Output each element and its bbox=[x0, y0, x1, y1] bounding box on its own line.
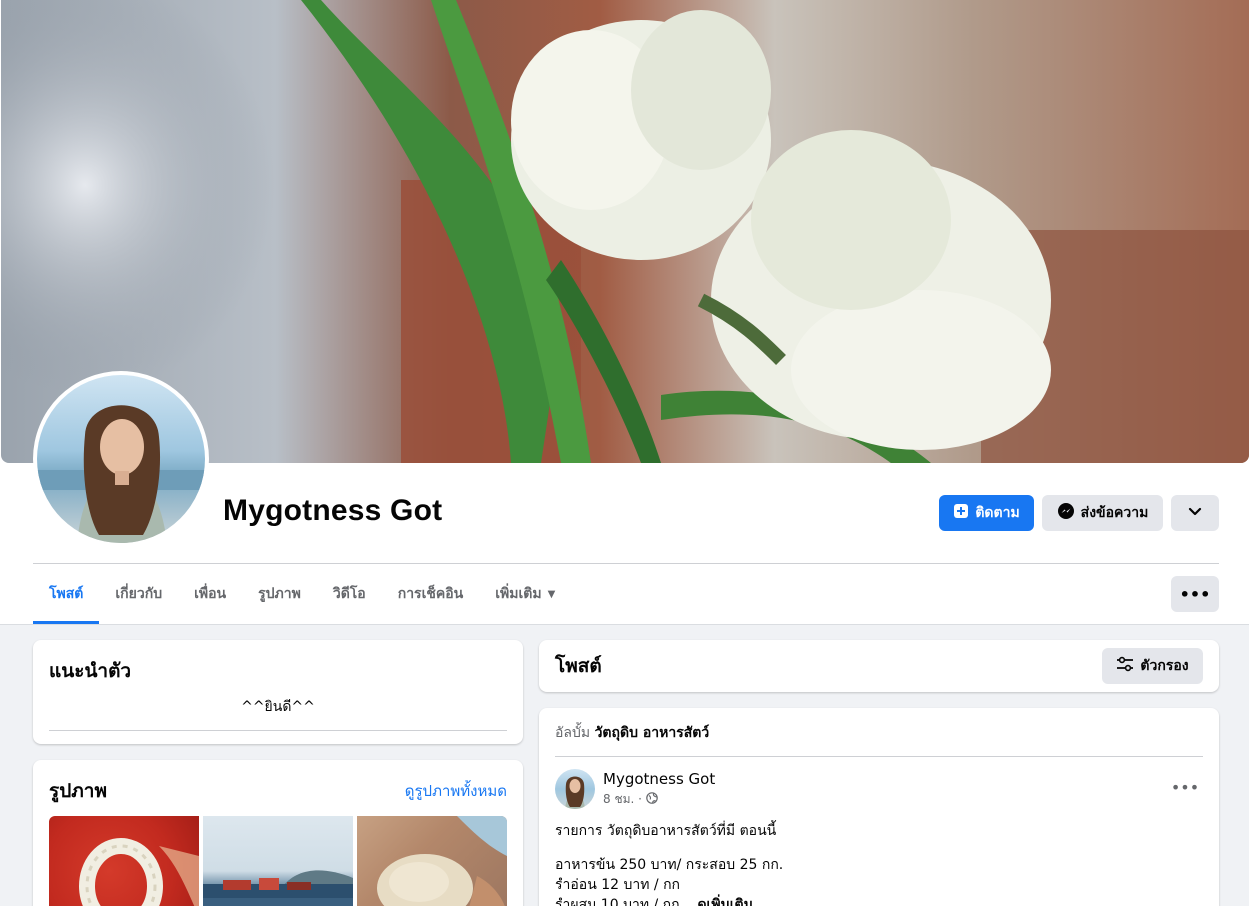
post-author-name[interactable]: Mygotness Got bbox=[603, 770, 715, 788]
caret-down-icon: ▼ bbox=[547, 588, 556, 600]
post-card: อัลบั้ม วัตถุดิบ อาหารสัตว์ Mygotness Go… bbox=[539, 708, 1219, 906]
follow-plus-icon bbox=[953, 503, 969, 523]
post-options-dots[interactable]: ••• bbox=[1167, 769, 1203, 805]
follow-button-label: ติดตาม bbox=[975, 505, 1020, 521]
cover-photo-art bbox=[1, 0, 1249, 463]
photo-thumbnail[interactable] bbox=[49, 816, 199, 906]
photo-thumbnail[interactable] bbox=[357, 816, 507, 906]
profile-header: Mygotness Got ติดตาม ส่งข้อความ โพสต์ เก… bbox=[0, 0, 1249, 625]
posts-header-card: โพสต์ ตัวกรอง bbox=[539, 640, 1219, 692]
photos-title: รูปภาพ bbox=[49, 780, 107, 802]
post-author-row: Mygotness Got 8 ชม. · ••• bbox=[555, 769, 1203, 809]
author-info: Mygotness Got 8 ชม. · bbox=[603, 770, 715, 809]
tab-photos[interactable]: รูปภาพ bbox=[242, 564, 317, 624]
tab-about[interactable]: เกี่ยวกับ bbox=[99, 564, 178, 624]
post-line: รำผสม 10 บาท / กก... bbox=[555, 897, 693, 906]
messenger-icon bbox=[1057, 502, 1075, 524]
follow-button[interactable]: ติดตาม bbox=[939, 495, 1034, 531]
tab-more-label: เพิ่มเติม bbox=[495, 586, 542, 602]
tab-videos[interactable]: วิดีโอ bbox=[317, 564, 382, 624]
tab-posts[interactable]: โพสต์ bbox=[33, 564, 100, 624]
feed-photo-art bbox=[377, 816, 507, 906]
more-dots-icon: ••• bbox=[1179, 584, 1211, 604]
post-line: รายการ วัตถุดิบอาหารสัตว์ที่มี ตอนนี้ bbox=[555, 823, 777, 839]
photos-card: รูปภาพ ดูรูปภาพทั้งหมด bbox=[33, 760, 523, 906]
author-avatar[interactable] bbox=[555, 769, 595, 809]
see-more-link[interactable]: ดูเพิ่มเติม bbox=[697, 897, 752, 906]
message-button[interactable]: ส่งข้อความ bbox=[1042, 495, 1163, 531]
tab-more[interactable]: เพิ่มเติม ▼ bbox=[479, 564, 571, 624]
photo-thumbnail[interactable] bbox=[203, 816, 353, 906]
album-name-link[interactable]: วัตถุดิบ อาหารสัตว์ bbox=[595, 725, 710, 741]
person-photo-art bbox=[37, 405, 205, 543]
message-button-label: ส่งข้อความ bbox=[1080, 505, 1149, 521]
tab-friends[interactable]: เพื่อน bbox=[178, 564, 242, 624]
profile-tabs: โพสต์ เกี่ยวกับ เพื่อน รูปภาพ วิดีโอ การ… bbox=[33, 564, 571, 624]
post-line-last: รำผสม 10 บาท / กก... ดูเพิ่มเติม bbox=[555, 895, 1203, 906]
harbor-photo-art bbox=[203, 870, 353, 906]
filter-button[interactable]: ตัวกรอง bbox=[1102, 648, 1203, 684]
see-all-photos-link[interactable]: ดูรูปภาพทั้งหมด bbox=[405, 779, 507, 803]
intro-card: แนะนำตัว ^^ยินดี^^ bbox=[33, 640, 523, 744]
garland-photo-art bbox=[79, 838, 199, 906]
more-options-button[interactable] bbox=[1171, 495, 1219, 531]
filter-sliders-icon bbox=[1116, 656, 1134, 676]
intro-bio: ^^ยินดี^^ bbox=[49, 696, 507, 731]
tab-checkins[interactable]: การเช็คอิน bbox=[382, 564, 480, 624]
post-meta: 8 ชม. · bbox=[603, 790, 715, 809]
filter-button-label: ตัวกรอง bbox=[1140, 658, 1189, 674]
more-dots-icon: ••• bbox=[1170, 777, 1200, 797]
profile-more-dots-button[interactable]: ••• bbox=[1171, 576, 1219, 612]
post-line: อาหารข้น 250 บาท/ กระสอบ 25 กก. bbox=[555, 857, 784, 873]
post-time[interactable]: 8 ชม. · bbox=[603, 790, 642, 809]
posts-title: โพสต์ bbox=[555, 655, 602, 677]
globe-icon bbox=[646, 791, 658, 807]
profile-picture-image bbox=[37, 375, 205, 543]
photo-grid bbox=[49, 816, 507, 906]
intro-title: แนะนำตัว bbox=[49, 660, 132, 682]
post-text: รายการ วัตถุดิบอาหารสัตว์ที่มี ตอนนี้ อา… bbox=[555, 821, 1203, 906]
author-avatar-art bbox=[565, 776, 585, 809]
album-prefix: อัลบั้ม bbox=[555, 725, 591, 741]
chevron-down-icon bbox=[1188, 504, 1202, 522]
post-album-line: อัลบั้ม วัตถุดิบ อาหารสัตว์ bbox=[555, 720, 1203, 757]
profile-name: Mygotness Got bbox=[223, 494, 443, 527]
post-line: รำอ่อน 12 บาท / กก bbox=[555, 877, 681, 893]
photos-header: รูปภาพ ดูรูปภาพทั้งหมด bbox=[49, 776, 507, 806]
profile-picture[interactable] bbox=[33, 371, 209, 547]
cover-photo[interactable] bbox=[1, 0, 1249, 463]
